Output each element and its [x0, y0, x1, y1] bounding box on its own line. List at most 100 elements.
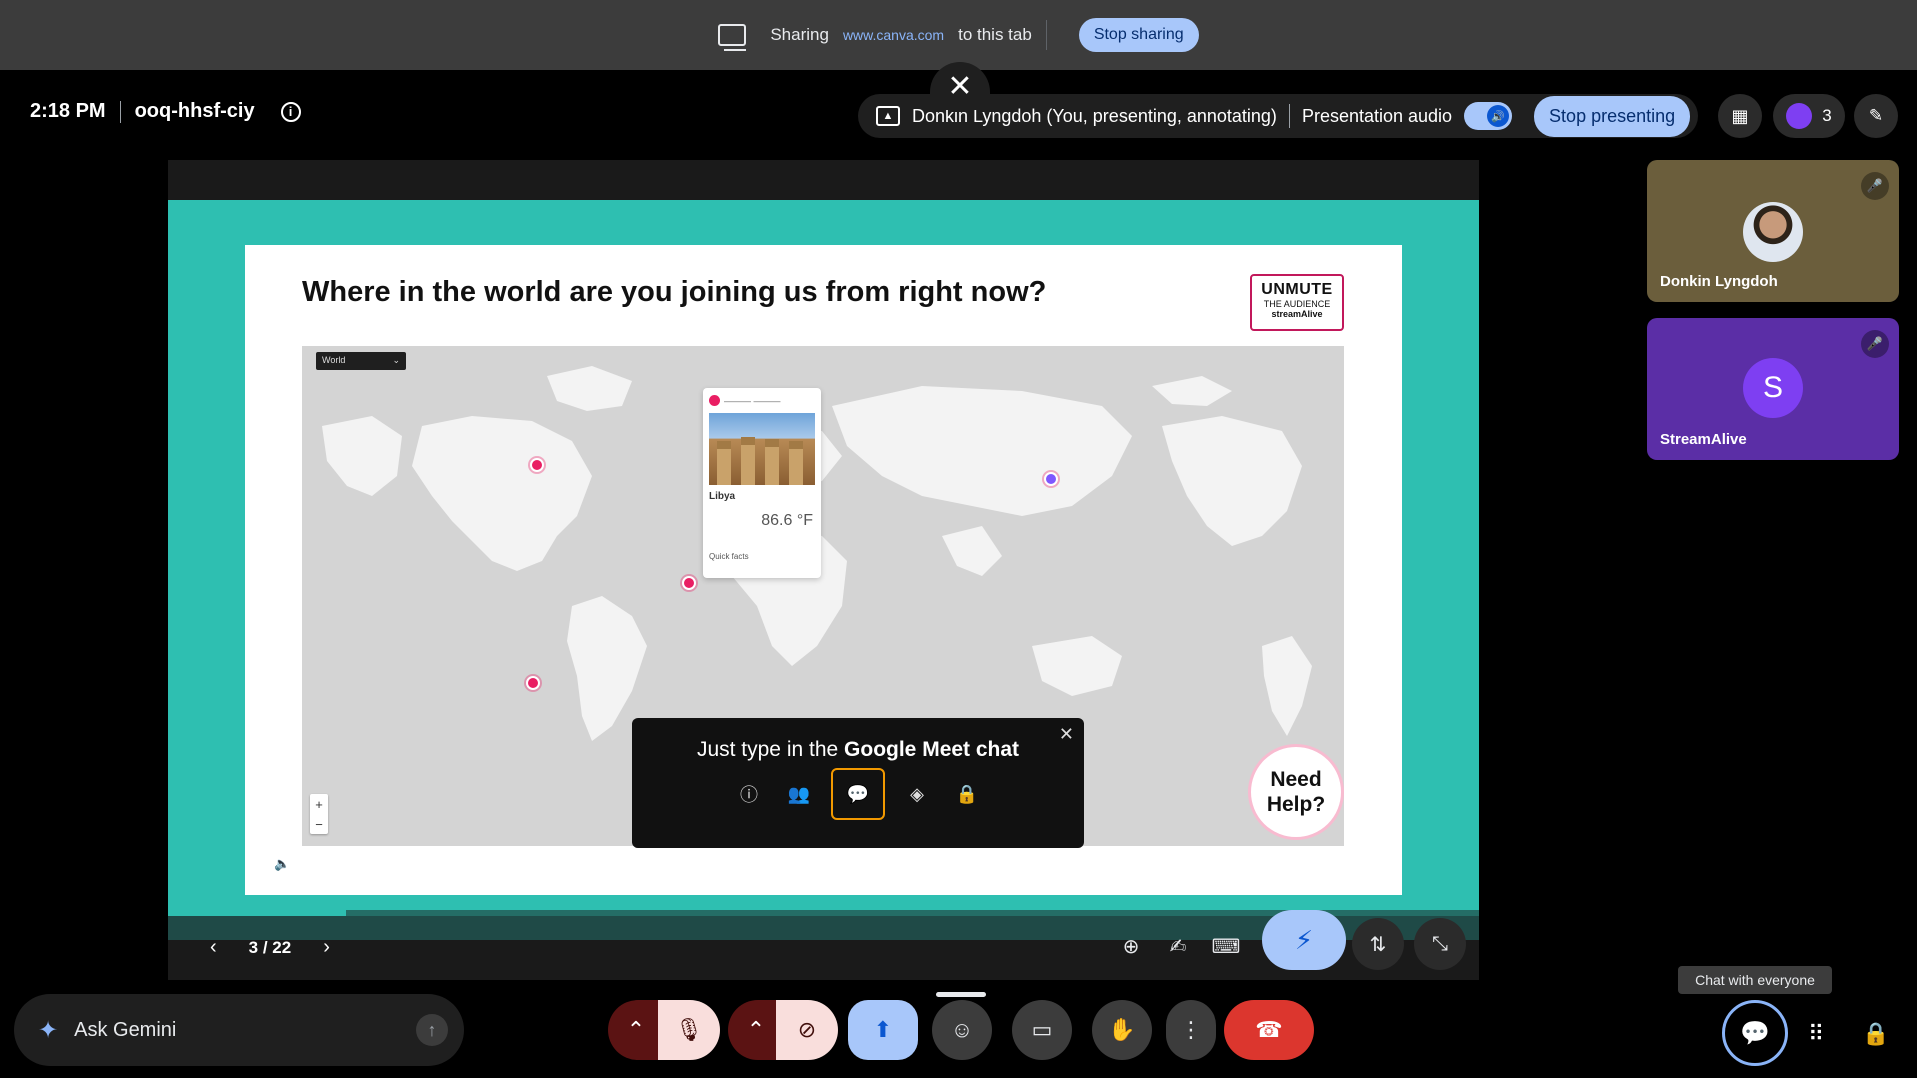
close-icon[interactable]: ✕ [1059, 724, 1074, 745]
raise-hand-button[interactable]: ✋ [1092, 1000, 1152, 1060]
speaker-icon: 🔊 [1487, 105, 1510, 127]
keyboard-icon[interactable]: ⌨ [1206, 926, 1246, 966]
map-zoom-control[interactable]: + − [310, 794, 328, 834]
map-pin[interactable] [1044, 472, 1058, 486]
participants-avatars-icon [1786, 103, 1813, 129]
need-help-button[interactable]: Need Help? [1248, 744, 1344, 840]
gemini-sparkle-icon: ✦ [38, 1016, 59, 1044]
chat-tooltip: Chat with everyone [1678, 966, 1832, 994]
host-controls-icon: 🔒 [955, 783, 979, 804]
popup-user-line: ——— ——— [724, 395, 781, 406]
slide-counter: 3 / 22 [248, 937, 292, 957]
camera-toggle-button[interactable]: ⊘ [776, 1000, 838, 1060]
presentation-audio-label: Presentation audio [1301, 105, 1453, 126]
activities-icon: ◈ [910, 783, 924, 804]
more-options-button[interactable]: ⋮ [1166, 1000, 1216, 1060]
ask-gemini-input[interactable]: ✦ Ask Gemini ↑ [14, 994, 464, 1066]
info-icon: ⓘ [740, 785, 758, 805]
info-icon[interactable]: i [280, 101, 301, 122]
tip-icon-row: ⓘ 👥 💬 ◈ 🔒 [632, 768, 1084, 820]
chevron-up-icon: ⌃ [746, 1017, 766, 1042]
ruin-column [717, 441, 731, 485]
clock: 2:18 PM [30, 100, 106, 122]
avatar [1743, 202, 1803, 262]
camera-off-icon: ⊘ [797, 1017, 817, 1042]
mic-off-icon: 🎙 [675, 1017, 703, 1042]
stop-sharing-button[interactable]: Stop sharing [1078, 18, 1199, 52]
sharing-label: Sharing [770, 25, 829, 44]
swap-icon[interactable]: ⇅ [1352, 918, 1404, 970]
speaker-icon[interactable]: 🔈 [274, 856, 290, 872]
ruin-column [789, 441, 803, 485]
annotate-icon: ⚡ [1294, 924, 1314, 955]
participants-button[interactable]: 3 [1773, 94, 1845, 138]
next-slide-icon[interactable]: › [323, 936, 330, 959]
ask-gemini-label: Ask Gemini [74, 1018, 177, 1041]
zoom-out-icon[interactable]: − [315, 817, 323, 832]
participant-count: 3 [1822, 106, 1832, 125]
more-vert-icon: ⋮ [1180, 1017, 1202, 1042]
annotate-tools-button[interactable]: ✎ [1854, 94, 1898, 138]
present-screen-button[interactable]: ⬆ [848, 1000, 918, 1060]
zoom-icon[interactable]: ⊕ [1111, 926, 1151, 966]
mic-off-icon: 🎤 [1861, 172, 1889, 200]
popup-temperature: 86.6 °F [761, 512, 813, 529]
chat-icon: 💬 [1740, 1019, 1770, 1047]
emoji-icon: ☺ [950, 1017, 974, 1042]
sharing-bar: Sharing www.canva.com to this tab Stop s… [0, 0, 1917, 70]
apps-grid-icon: ⠿ [1807, 1021, 1825, 1046]
annotate-toggle-button[interactable]: ⚡ [1262, 910, 1346, 970]
logo-line-2: THE AUDIENCE [1263, 299, 1331, 309]
shared-site-link: www.canva.com [842, 27, 945, 43]
ruin-column [741, 437, 755, 485]
map-pin[interactable] [682, 576, 696, 590]
reactions-button[interactable]: ☺ [932, 1000, 992, 1060]
unmute-the-audience-logo: UNMUTE THE AUDIENCE streamAlive [1250, 274, 1344, 331]
captions-button[interactable]: ▭ [1012, 1000, 1072, 1060]
screen-share-icon [718, 24, 747, 51]
location-popup-card[interactable]: ——— ——— Libya 86.6 °F Quick facts [703, 388, 821, 578]
host-controls-button[interactable]: 🔒 [1856, 1014, 1896, 1054]
presentation-audio-toggle[interactable]: 🔊 [1464, 102, 1513, 130]
chevron-up-icon: ⌃ [626, 1017, 646, 1042]
leave-call-button[interactable]: ☎ [1224, 1000, 1314, 1060]
send-arrow-icon[interactable]: ↑ [416, 1014, 448, 1046]
meeting-info: 2:18 PM ooq-hhsf-ciy i [30, 100, 301, 123]
map-pin[interactable] [530, 458, 544, 472]
people-icon: 👥 [787, 783, 811, 804]
participant-name: Donkin Lyngdoh [1660, 273, 1778, 290]
tip-text: Just type in the Google Meet chat [632, 738, 1084, 762]
quick-facts-toggle[interactable]: Quick facts [709, 552, 749, 561]
hide-self-view-button[interactable]: ▦ [1718, 94, 1762, 138]
chevron-down-icon: ⌄ [392, 355, 400, 365]
collapse-icon[interactable]: ⤡ [1414, 918, 1466, 970]
popup-country: Libya [709, 491, 736, 502]
no-camera-icon: ▦ [1731, 105, 1749, 126]
map-region-value: World [322, 355, 346, 365]
tip-prefix: Just type in the [696, 738, 845, 761]
map-region-select[interactable]: World ⌄ [316, 352, 406, 370]
participant-tile[interactable]: 🎤 Donkin Lyngdoh [1647, 160, 1899, 302]
avatar: S [1743, 358, 1803, 418]
divider [1288, 104, 1290, 128]
phone-hangup-icon: ☎ [1255, 1017, 1283, 1042]
previous-slide-icon[interactable]: ‹ [210, 936, 217, 959]
draw-icon[interactable]: ✍ [1158, 926, 1198, 966]
audio-options-button[interactable]: ⌃ [608, 1000, 664, 1060]
participant-tile[interactable]: S 🎤 StreamAlive [1647, 318, 1899, 460]
chat-button[interactable]: 💬 [1722, 1000, 1788, 1066]
microphone-toggle-button[interactable]: 🎙 [658, 1000, 720, 1060]
pencil-icon: ✎ [1868, 106, 1884, 125]
ruin-column [765, 439, 779, 485]
activities-button[interactable]: ⠿ [1796, 1014, 1836, 1054]
logo-line-3: streamAlive [1271, 309, 1323, 319]
present-screen-icon: ⬆ [873, 1017, 893, 1042]
divider [1045, 20, 1047, 50]
stop-presenting-button[interactable]: Stop presenting [1534, 95, 1691, 137]
map-pin[interactable] [526, 676, 540, 690]
toolbar-handle [936, 992, 986, 997]
host-controls-icon: 🔒 [1862, 1021, 1890, 1046]
hand-icon: ✋ [1108, 1017, 1136, 1042]
location-photo [709, 413, 815, 485]
zoom-in-icon[interactable]: + [315, 797, 323, 812]
